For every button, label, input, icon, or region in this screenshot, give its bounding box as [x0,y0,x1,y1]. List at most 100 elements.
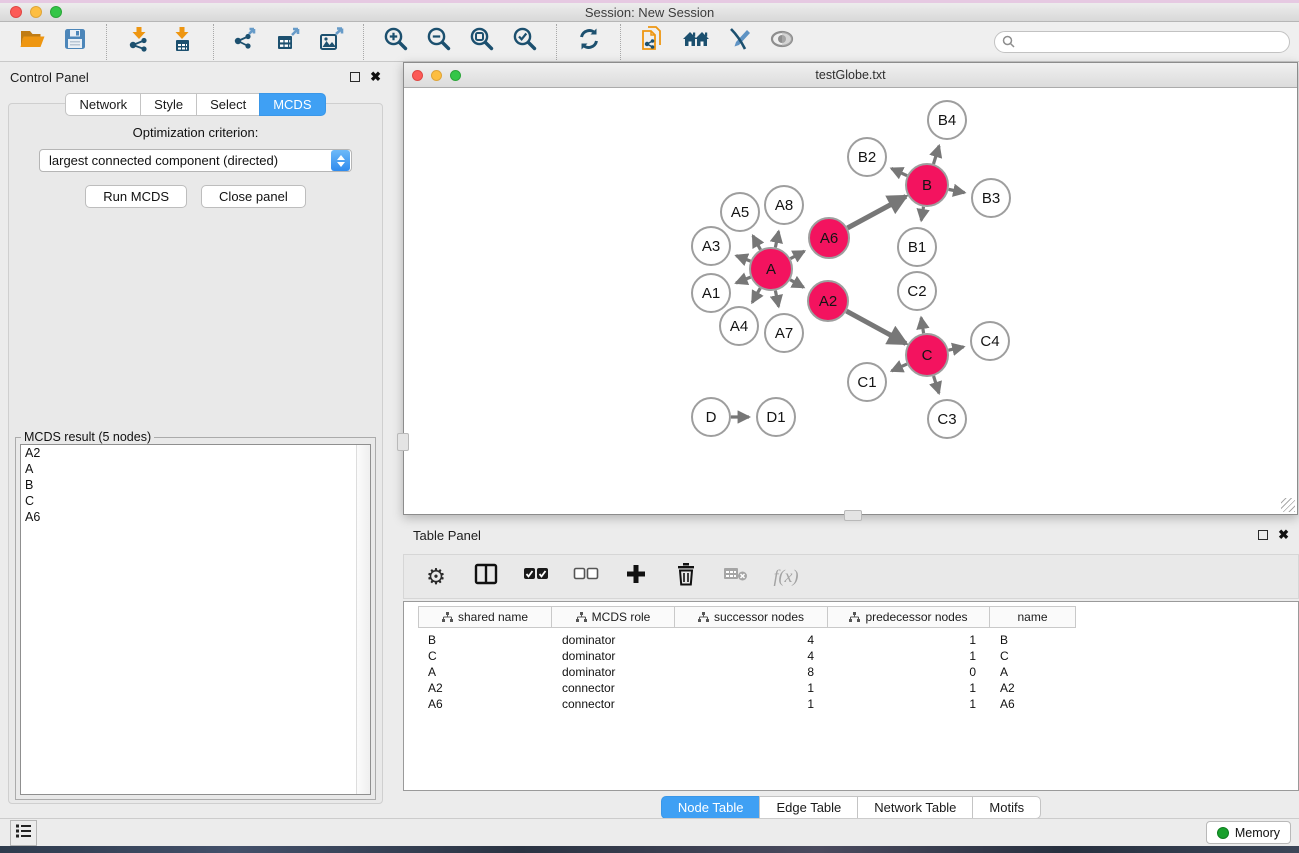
search-input[interactable] [994,31,1290,53]
graph-edge-A-A2[interactable] [790,280,803,288]
export-table-button[interactable] [267,25,310,59]
network-from-file-button[interactable] [631,25,674,59]
mcds-result-list[interactable]: A2 A B C A6 [20,444,371,795]
export-network-button[interactable] [224,25,267,59]
deselect-all-button[interactable] [572,562,600,592]
tab-mcds[interactable]: MCDS [259,93,325,116]
column-header-name[interactable]: name [990,606,1076,628]
zoom-selected-button[interactable] [503,25,546,59]
graph-edge-B-B2[interactable] [891,168,907,175]
tab-style[interactable]: Style [140,93,196,116]
float-table-panel-icon[interactable] [1258,530,1268,540]
open-file-button[interactable] [10,25,53,59]
tab-select[interactable]: Select [196,93,259,116]
network-window-titlebar[interactable]: testGlobe.txt [404,63,1297,88]
column-visibility-button[interactable] [472,562,500,592]
graph-edge-A-A8[interactable] [775,231,778,247]
graph-edge-B-B1[interactable] [921,207,923,221]
refresh-view-button[interactable] [567,25,610,59]
column-header-successor-nodes[interactable]: successor nodes [675,606,828,628]
column-header-mcds-role[interactable]: MCDS role [552,606,675,628]
app-title: Session: New Session [0,5,1299,20]
column-header-predecessor-nodes[interactable]: predecessor nodes [828,606,990,628]
tab-network-table[interactable]: Network Table [857,796,972,819]
zoom-fit-button[interactable] [460,25,503,59]
graph-node-label-A2: A2 [819,293,837,310]
close-network-window-button[interactable] [412,70,423,81]
criterion-dropdown[interactable]: largest connected component (directed) [39,149,352,172]
graph-edge-C-C3[interactable] [934,376,939,393]
table-row[interactable]: A dominator 8 0 A [418,664,1076,680]
tab-node-table[interactable]: Node Table [661,796,760,819]
tab-edge-table[interactable]: Edge Table [759,796,857,819]
table-header-row: shared name MCDS role successor nodes pr… [418,606,1076,628]
float-panel-icon[interactable] [350,72,360,82]
export-image-button[interactable] [310,25,353,59]
hide-annotations-button[interactable] [717,25,760,59]
graph-edge-A2-C[interactable] [846,311,905,343]
close-panel-button[interactable]: Close panel [201,185,306,208]
list-item[interactable]: B [21,477,370,493]
open-folder-icon [18,26,46,57]
tab-motifs[interactable]: Motifs [972,796,1041,819]
zoom-out-button[interactable] [417,25,460,59]
graph-edge-A-A5[interactable] [753,236,761,250]
table-row[interactable]: C dominator 4 1 C [418,648,1076,664]
graph-edge-C-C1[interactable] [892,364,907,371]
show-panels-button[interactable] [10,820,37,846]
memory-button[interactable]: Memory [1206,821,1291,844]
select-all-button[interactable] [522,562,550,592]
table-row[interactable]: B dominator 4 1 B [418,632,1076,648]
list-item[interactable]: C [21,493,370,509]
column-header-shared-name[interactable]: shared name [418,606,552,628]
delete-table-button[interactable] [722,562,750,592]
table-row[interactable]: A2 connector 1 1 A2 [418,680,1076,696]
graph-edge-A-A1[interactable] [736,277,751,283]
minimize-network-window-button[interactable] [431,70,442,81]
graph-edge-B-B4[interactable] [933,146,939,164]
graph-edge-C-C4[interactable] [948,347,963,350]
close-window-button[interactable] [10,6,22,18]
control-panel: Control Panel ✖ Network Style Select MCD… [0,62,391,818]
close-table-panel-icon[interactable]: ✖ [1278,530,1289,540]
window-resize-grip[interactable] [1281,498,1295,512]
list-item[interactable]: A [21,461,370,477]
graph-edge-A-A4[interactable] [752,288,760,302]
import-network-button[interactable] [117,25,160,59]
list-item[interactable]: A2 [21,445,370,461]
show-graphics-details-button[interactable] [760,25,803,59]
graph-edge-B-B3[interactable] [949,189,965,192]
graph-edge-A-A3[interactable] [736,256,750,261]
graph-edge-A-A6[interactable] [790,251,804,258]
graph-edge-A-A7[interactable] [775,291,778,307]
cybrowser-home-button[interactable] [674,25,717,59]
minimize-window-button[interactable] [30,6,42,18]
add-column-button[interactable] [622,562,650,592]
node-table: shared name MCDS role successor nodes pr… [403,601,1299,791]
import-table-button[interactable] [160,25,203,59]
network-graph[interactable]: ABCA6A2A1A3A4A5A7A8B1B2B3B4C1C2C3C4DD1 [404,88,1297,514]
splitter-handle-vertical[interactable] [397,433,409,451]
zoom-in-button[interactable] [374,25,417,59]
control-panel-title: Control Panel [10,70,89,85]
list-item[interactable]: A6 [21,509,370,525]
graph-node-label-A5: A5 [731,204,749,221]
delete-column-button[interactable] [672,562,700,592]
close-panel-icon[interactable]: ✖ [370,72,381,82]
function-builder-button[interactable]: f(x) [772,562,800,592]
network-window-title: testGlobe.txt [404,68,1297,82]
zoom-network-window-button[interactable] [450,70,461,81]
save-session-button[interactable] [53,25,96,59]
graph-node-label-A8: A8 [775,197,793,214]
network-canvas[interactable]: ABCA6A2A1A3A4A5A7A8B1B2B3B4C1C2C3C4DD1 [404,88,1297,514]
table-row[interactable]: A6 connector 1 1 A6 [418,696,1076,712]
zoom-window-button[interactable] [50,6,62,18]
list-scrollbar[interactable] [356,445,370,794]
control-panel-tabs: Network Style Select MCDS [0,93,391,116]
graph-edge-A6-B[interactable] [847,196,905,228]
graph-edge-C-C2[interactable] [921,318,923,334]
table-options-button[interactable]: ⚙ [422,562,450,592]
network-file-icon [640,25,666,58]
run-mcds-button[interactable]: Run MCDS [85,185,187,208]
tab-network[interactable]: Network [65,93,140,116]
